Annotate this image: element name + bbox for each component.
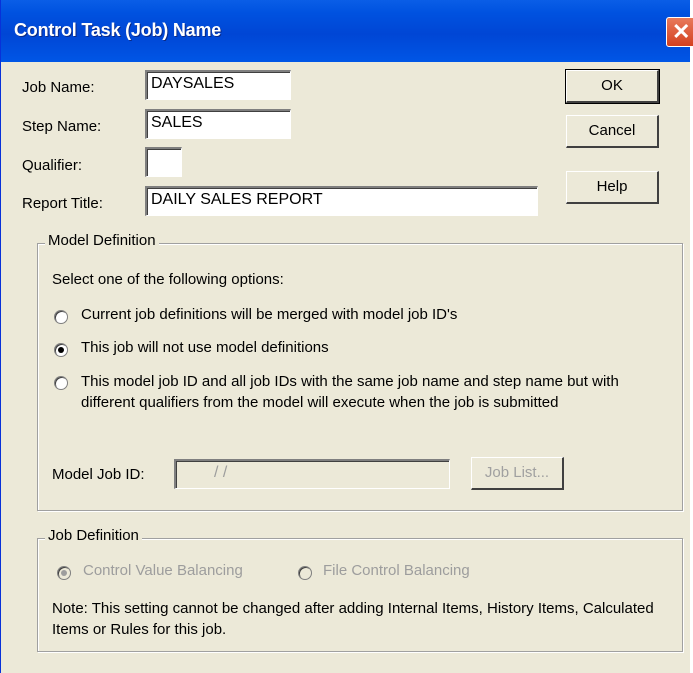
radio-control-value-balancing[interactable]: [57, 566, 71, 580]
qualifier-label: Qualifier:: [22, 157, 83, 174]
radio-no-model[interactable]: [54, 343, 68, 357]
step-name-label: Step Name:: [22, 118, 102, 135]
job-list-button[interactable]: Job List...: [471, 457, 564, 490]
title-bar[interactable]: Control Task (Job) Name ✕: [1, 0, 693, 62]
job-definition-title: Job Definition: [45, 527, 142, 544]
radio-merge-model[interactable]: [54, 310, 68, 324]
radio-file-control-balancing[interactable]: [298, 566, 312, 580]
model-job-id-input[interactable]: / /: [174, 459, 450, 489]
report-title-label: Report Title:: [22, 195, 103, 212]
option-control-value-balancing-label[interactable]: Control Value Balancing: [83, 562, 243, 579]
job-definition-note: Note: This setting cannot be changed aft…: [52, 600, 654, 638]
model-definition-prompt: Select one of the following options:: [52, 271, 284, 288]
option-merge-model-label[interactable]: Current job definitions will be merged w…: [81, 306, 457, 323]
cancel-button[interactable]: Cancel: [566, 115, 659, 148]
window-title: Control Task (Job) Name: [14, 20, 222, 40]
option-no-model-label[interactable]: This job will not use model definitions: [81, 339, 329, 356]
job-name-input[interactable]: DAYSALES: [145, 70, 291, 100]
model-definition-title: Model Definition: [45, 232, 159, 249]
ok-button[interactable]: OK: [565, 69, 660, 104]
model-job-id-label: Model Job ID:: [52, 466, 145, 483]
report-title-input[interactable]: DAILY SALES REPORT: [145, 186, 538, 216]
qualifier-input[interactable]: [145, 147, 182, 177]
dialog-window: Control Task (Job) Name ✕ Job Name: DAYS…: [0, 0, 693, 673]
job-name-label: Job Name:: [22, 79, 95, 96]
option-file-control-balancing-label[interactable]: File Control Balancing: [323, 562, 470, 579]
radio-execute-model[interactable]: [54, 376, 68, 390]
close-icon: ✕: [672, 19, 691, 44]
help-button[interactable]: Help: [566, 171, 659, 204]
close-button[interactable]: ✕: [666, 17, 693, 47]
option-execute-model-label[interactable]: This model job ID and all job IDs with t…: [81, 371, 671, 413]
step-name-input[interactable]: SALES: [145, 109, 291, 139]
